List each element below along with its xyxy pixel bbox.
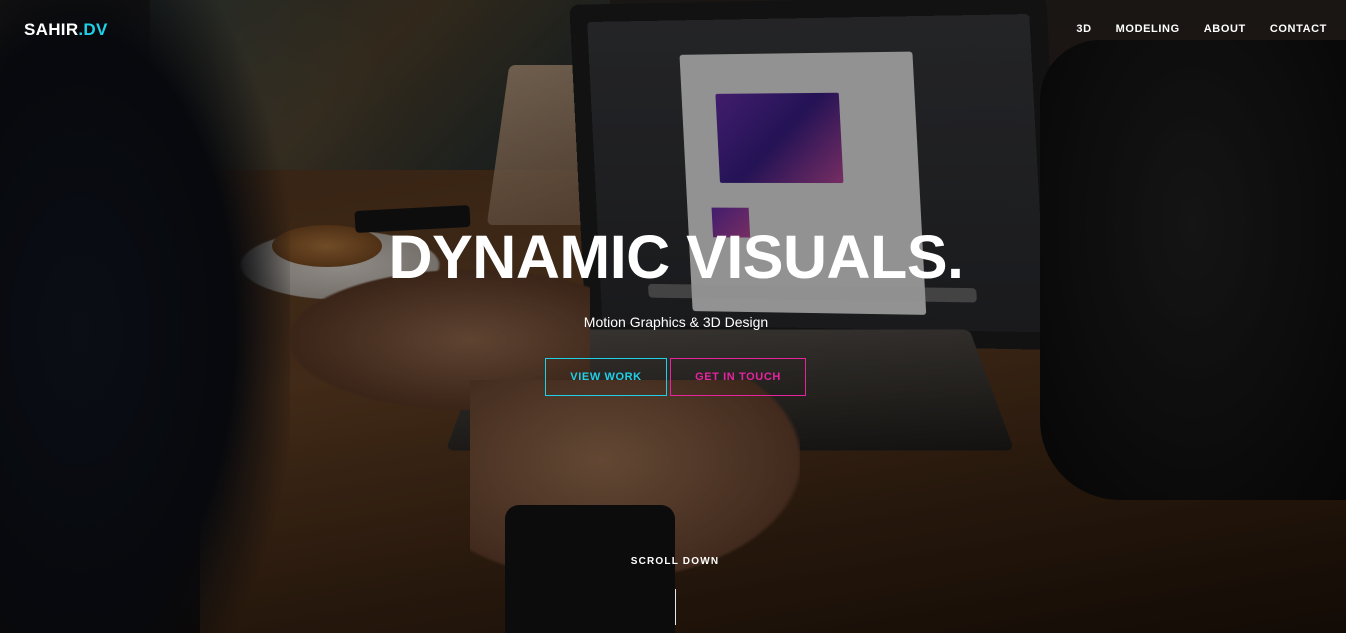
nav-item-3d[interactable]: 3D [1076,23,1091,35]
site-logo[interactable]: SAHIR.DV [24,20,108,40]
get-in-touch-button[interactable]: GET IN TOUCH [670,358,806,396]
nav-item-about[interactable]: ABOUT [1204,23,1246,35]
main-nav: 3D MODELING ABOUT CONTACT [1076,23,1327,35]
nav-item-modeling[interactable]: MODELING [1116,23,1180,35]
logo-suffix: .DV [78,20,108,39]
scroll-indicator-line [675,589,676,625]
hero-subtitle: Motion Graphics & 3D Design [583,314,769,330]
logo-name: SAHIR [24,20,79,39]
nav-item-contact[interactable]: CONTACT [1270,23,1327,35]
hero-title: DYNAMIC VISUALS. [388,223,964,291]
hero-section: SAHIR.DV 3D MODELING ABOUT CONTACT DYNAM… [0,0,1346,633]
view-work-button[interactable]: VIEW WORK [545,358,667,396]
scroll-down-label[interactable]: SCROLL DOWN [0,556,1346,567]
